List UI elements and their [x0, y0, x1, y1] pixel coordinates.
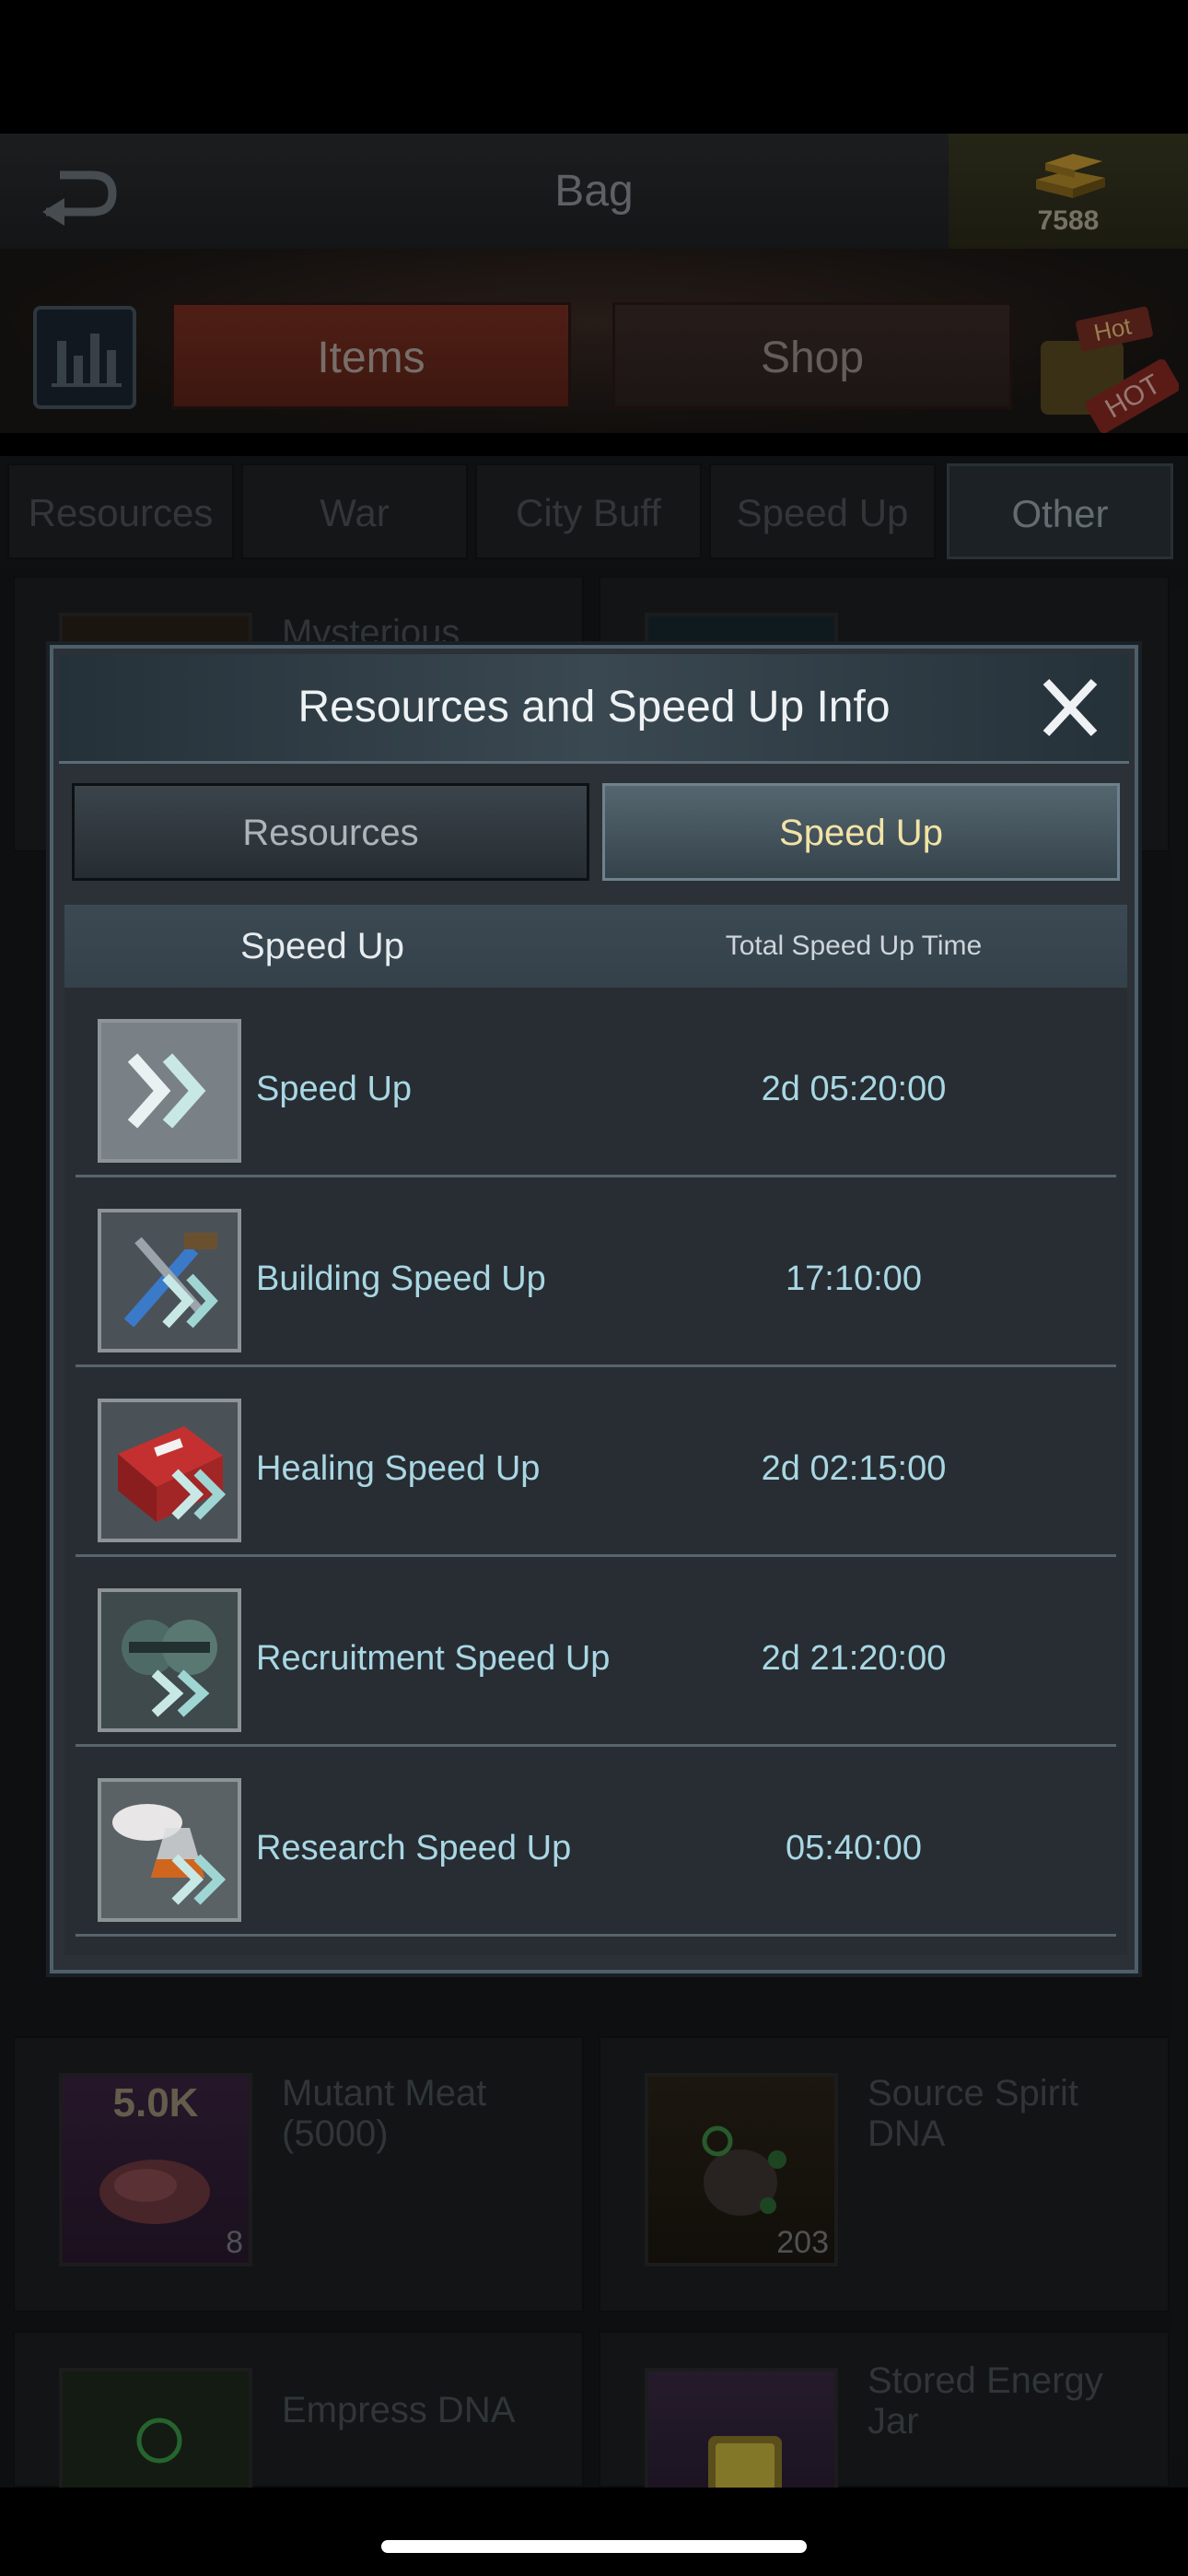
status-bar: [0, 0, 1188, 134]
dialog-title: Resources and Speed Up Info: [297, 683, 891, 732]
speed-up-table: Speed Up 2d 05:20:00 Building Speed Up 1…: [64, 988, 1127, 1955]
building-speed-up-icon: [98, 1209, 241, 1352]
table-header: Speed Up Total Speed Up Time: [64, 905, 1127, 988]
column-header-type: Speed Up: [240, 926, 404, 966]
tab-resources[interactable]: Resources: [72, 783, 589, 881]
row-time: 2d 21:20:00: [761, 1639, 947, 1678]
healing-speed-up-icon: [98, 1399, 241, 1542]
speed-up-info-dialog: Resources and Speed Up Info Resources Sp…: [50, 645, 1138, 1973]
recruitment-speed-up-icon: [98, 1588, 241, 1732]
column-header-time: Total Speed Up Time: [725, 931, 983, 961]
row-label: Speed Up: [256, 1070, 413, 1108]
row-label: Building Speed Up: [256, 1259, 546, 1298]
row-divider: [76, 1934, 1116, 1937]
row-label: Healing Speed Up: [256, 1449, 541, 1488]
row-label: Research Speed Up: [256, 1829, 572, 1868]
home-indicator-area: [0, 2488, 1188, 2576]
research-speed-up-icon: [98, 1778, 241, 1922]
table-row: Building Speed Up 17:10:00: [64, 1177, 1127, 1367]
tab-speed-up[interactable]: Speed Up: [602, 783, 1120, 881]
speed-up-icon: [98, 1019, 241, 1163]
table-row: Speed Up 2d 05:20:00: [64, 988, 1127, 1177]
row-label: Recruitment Speed Up: [256, 1639, 611, 1678]
row-time: 17:10:00: [786, 1259, 922, 1298]
home-indicator[interactable]: [381, 2540, 807, 2553]
table-row: Recruitment Speed Up 2d 21:20:00: [64, 1557, 1127, 1747]
table-row: Healing Speed Up 2d 02:15:00: [64, 1367, 1127, 1557]
close-icon[interactable]: [1035, 673, 1105, 743]
row-time: 2d 02:15:00: [761, 1449, 947, 1488]
row-time: 2d 05:20:00: [761, 1070, 947, 1108]
dialog-header: Resources and Speed Up Info: [59, 654, 1129, 764]
table-row: Research Speed Up 05:40:00: [64, 1747, 1127, 1937]
row-time: 05:40:00: [786, 1829, 922, 1868]
